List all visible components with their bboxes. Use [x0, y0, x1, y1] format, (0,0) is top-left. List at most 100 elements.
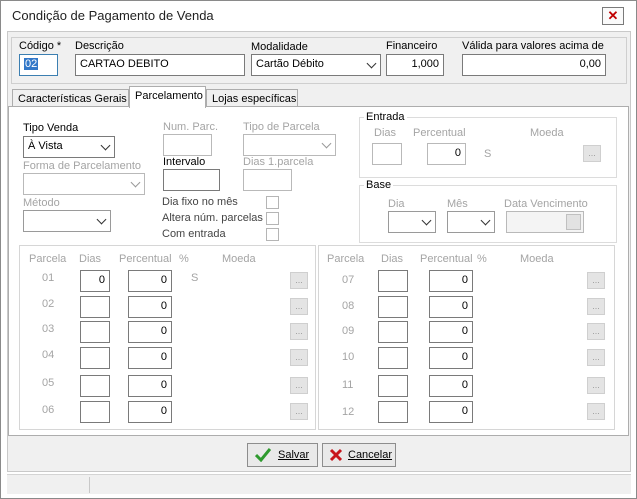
check-icon	[255, 448, 271, 462]
parcela-percentual-field[interactable]: 0	[429, 401, 473, 423]
tipo-parcela-label: Tipo de Parcela	[243, 121, 320, 133]
num-parc-field[interactable]	[163, 134, 212, 156]
parcela-percentual-field[interactable]: 0	[128, 375, 172, 397]
base-mes-select[interactable]	[447, 211, 495, 233]
parcela-dias-field[interactable]	[80, 296, 110, 318]
forma-parcelamento-select[interactable]	[23, 173, 145, 195]
window-title: Condição de Pagamento de Venda	[12, 8, 214, 23]
altera-num-label: Altera núm. parcelas	[162, 212, 263, 224]
com-entrada-checkbox[interactable]	[266, 228, 279, 241]
parcela-dias-field[interactable]	[378, 270, 408, 292]
parcela-moeda-button[interactable]: ...	[587, 403, 605, 420]
chevron-down-icon	[421, 215, 432, 226]
grid-right-percentual-header: Percentual	[420, 253, 473, 265]
cancel-label: Cancelar	[348, 449, 393, 461]
financeiro-field[interactable]: 1,000	[386, 54, 444, 76]
entrada-moeda-label: Moeda	[530, 127, 564, 139]
parcela-num: 12	[342, 406, 355, 418]
parcela-num: 06	[42, 404, 55, 416]
parcela-moeda-button[interactable]: ...	[587, 349, 605, 366]
parcela-percentual-field[interactable]: 0	[128, 321, 172, 343]
parcela-num: 11	[342, 379, 354, 391]
calendar-dropdown-button[interactable]	[566, 214, 581, 230]
parcela-num: 03	[42, 323, 55, 335]
financeiro-label: Financeiro	[386, 40, 438, 52]
entrada-moeda-button[interactable]: ...	[583, 145, 601, 162]
entrada-dias-field[interactable]	[372, 143, 402, 165]
parcela-dias-field[interactable]	[378, 321, 408, 343]
parcela-percentual-field[interactable]: 0	[128, 401, 172, 423]
grid-right-pct-header: %	[477, 253, 487, 265]
grid-left-percentual-header: Percentual	[119, 253, 172, 265]
parcela-percentual-field[interactable]: 0	[429, 296, 473, 318]
grid-right-dias-header: Dias	[381, 253, 404, 265]
parcela-moeda-button[interactable]: ...	[587, 272, 605, 289]
chevron-down-icon	[321, 138, 332, 149]
status-divider	[89, 477, 90, 493]
descricao-label: Descrição	[75, 40, 124, 52]
codigo-field[interactable]: 02	[19, 54, 58, 76]
parcela-moeda-button[interactable]: ...	[587, 377, 605, 394]
parcela-moeda-button[interactable]: ...	[290, 349, 308, 366]
parcela-percentual-field[interactable]: 0	[128, 347, 172, 369]
parcela-num: 08	[342, 300, 355, 312]
base-data-venc-field[interactable]	[506, 211, 584, 233]
entrada-symbol: S	[484, 148, 492, 160]
entrada-title: Entrada	[364, 111, 407, 123]
close-button[interactable]: ✕	[602, 7, 624, 25]
parcela-moeda-button[interactable]: ...	[290, 298, 308, 315]
modalidade-select[interactable]: Cartão Débito	[251, 54, 381, 76]
status-bar	[7, 474, 631, 494]
base-dia-label: Dia	[388, 198, 405, 210]
parcela-percentual-field[interactable]: 0	[128, 296, 172, 318]
cancel-button[interactable]: Cancelar	[322, 443, 396, 467]
parcela-percentual-field[interactable]: 0	[429, 375, 473, 397]
parcela-dias-field[interactable]	[378, 347, 408, 369]
parcela-dias-field[interactable]	[80, 347, 110, 369]
dias-1-parcela-label: Dias 1.parcela	[243, 156, 314, 168]
entrada-dias-label: Dias	[374, 127, 397, 139]
altera-num-checkbox[interactable]	[266, 212, 279, 225]
parcela-dias-field[interactable]	[378, 375, 408, 397]
parcela-moeda-button[interactable]: ...	[587, 298, 605, 315]
dialog-window: Condição de Pagamento de Venda ✕ Código …	[0, 0, 637, 499]
parcela-dias-field[interactable]	[80, 321, 110, 343]
parcela-moeda-button[interactable]: ...	[290, 377, 308, 394]
parcela-dias-field[interactable]: 0	[80, 270, 110, 292]
parcela-dias-field[interactable]	[378, 296, 408, 318]
parcela-moeda-button[interactable]: ...	[290, 403, 308, 420]
parcela-percentual-field[interactable]: 0	[429, 347, 473, 369]
descricao-field[interactable]: CARTAO DEBITO	[75, 54, 245, 76]
dia-fixo-checkbox[interactable]	[266, 196, 279, 209]
parcela-moeda-button[interactable]: ...	[290, 323, 308, 340]
valida-field[interactable]: 0,00	[462, 54, 606, 76]
com-entrada-label: Com entrada	[162, 228, 226, 240]
base-dia-select[interactable]	[388, 211, 436, 233]
grid-left-dias-header: Dias	[79, 253, 102, 265]
valida-label: Válida para valores acima de	[462, 40, 604, 52]
tipo-venda-select[interactable]: À Vista	[23, 136, 115, 158]
codigo-label: Código *	[19, 40, 62, 52]
metodo-select[interactable]	[23, 210, 111, 232]
parcela-num: 07	[342, 274, 355, 286]
tab-parcelamento[interactable]: Parcelamento	[129, 86, 206, 108]
parcela-dias-field[interactable]	[80, 401, 110, 423]
parcela-percentual-field[interactable]: 0	[429, 270, 473, 292]
grid-left-parcela-header: Parcela	[29, 253, 67, 265]
parcela-moeda-button[interactable]: ...	[587, 323, 605, 340]
parcela-num: 04	[42, 349, 55, 361]
x-cancel-icon	[329, 448, 343, 462]
entrada-percentual-field[interactable]: 0	[427, 143, 466, 165]
parcela-dias-field[interactable]	[378, 401, 408, 423]
dias-1-parcela-field[interactable]	[243, 169, 292, 191]
parcela-symbol: S	[191, 272, 199, 284]
base-data-venc-label: Data Vencimento	[504, 198, 588, 210]
parcela-percentual-field[interactable]: 0	[429, 321, 473, 343]
parcela-percentual-field[interactable]: 0	[128, 270, 172, 292]
parcela-num: 09	[342, 325, 355, 337]
intervalo-field[interactable]	[163, 169, 220, 191]
tipo-parcela-select[interactable]	[243, 134, 336, 156]
parcela-dias-field[interactable]	[80, 375, 110, 397]
parcela-moeda-button[interactable]: ...	[290, 272, 308, 289]
save-button[interactable]: Salvar	[247, 443, 318, 467]
